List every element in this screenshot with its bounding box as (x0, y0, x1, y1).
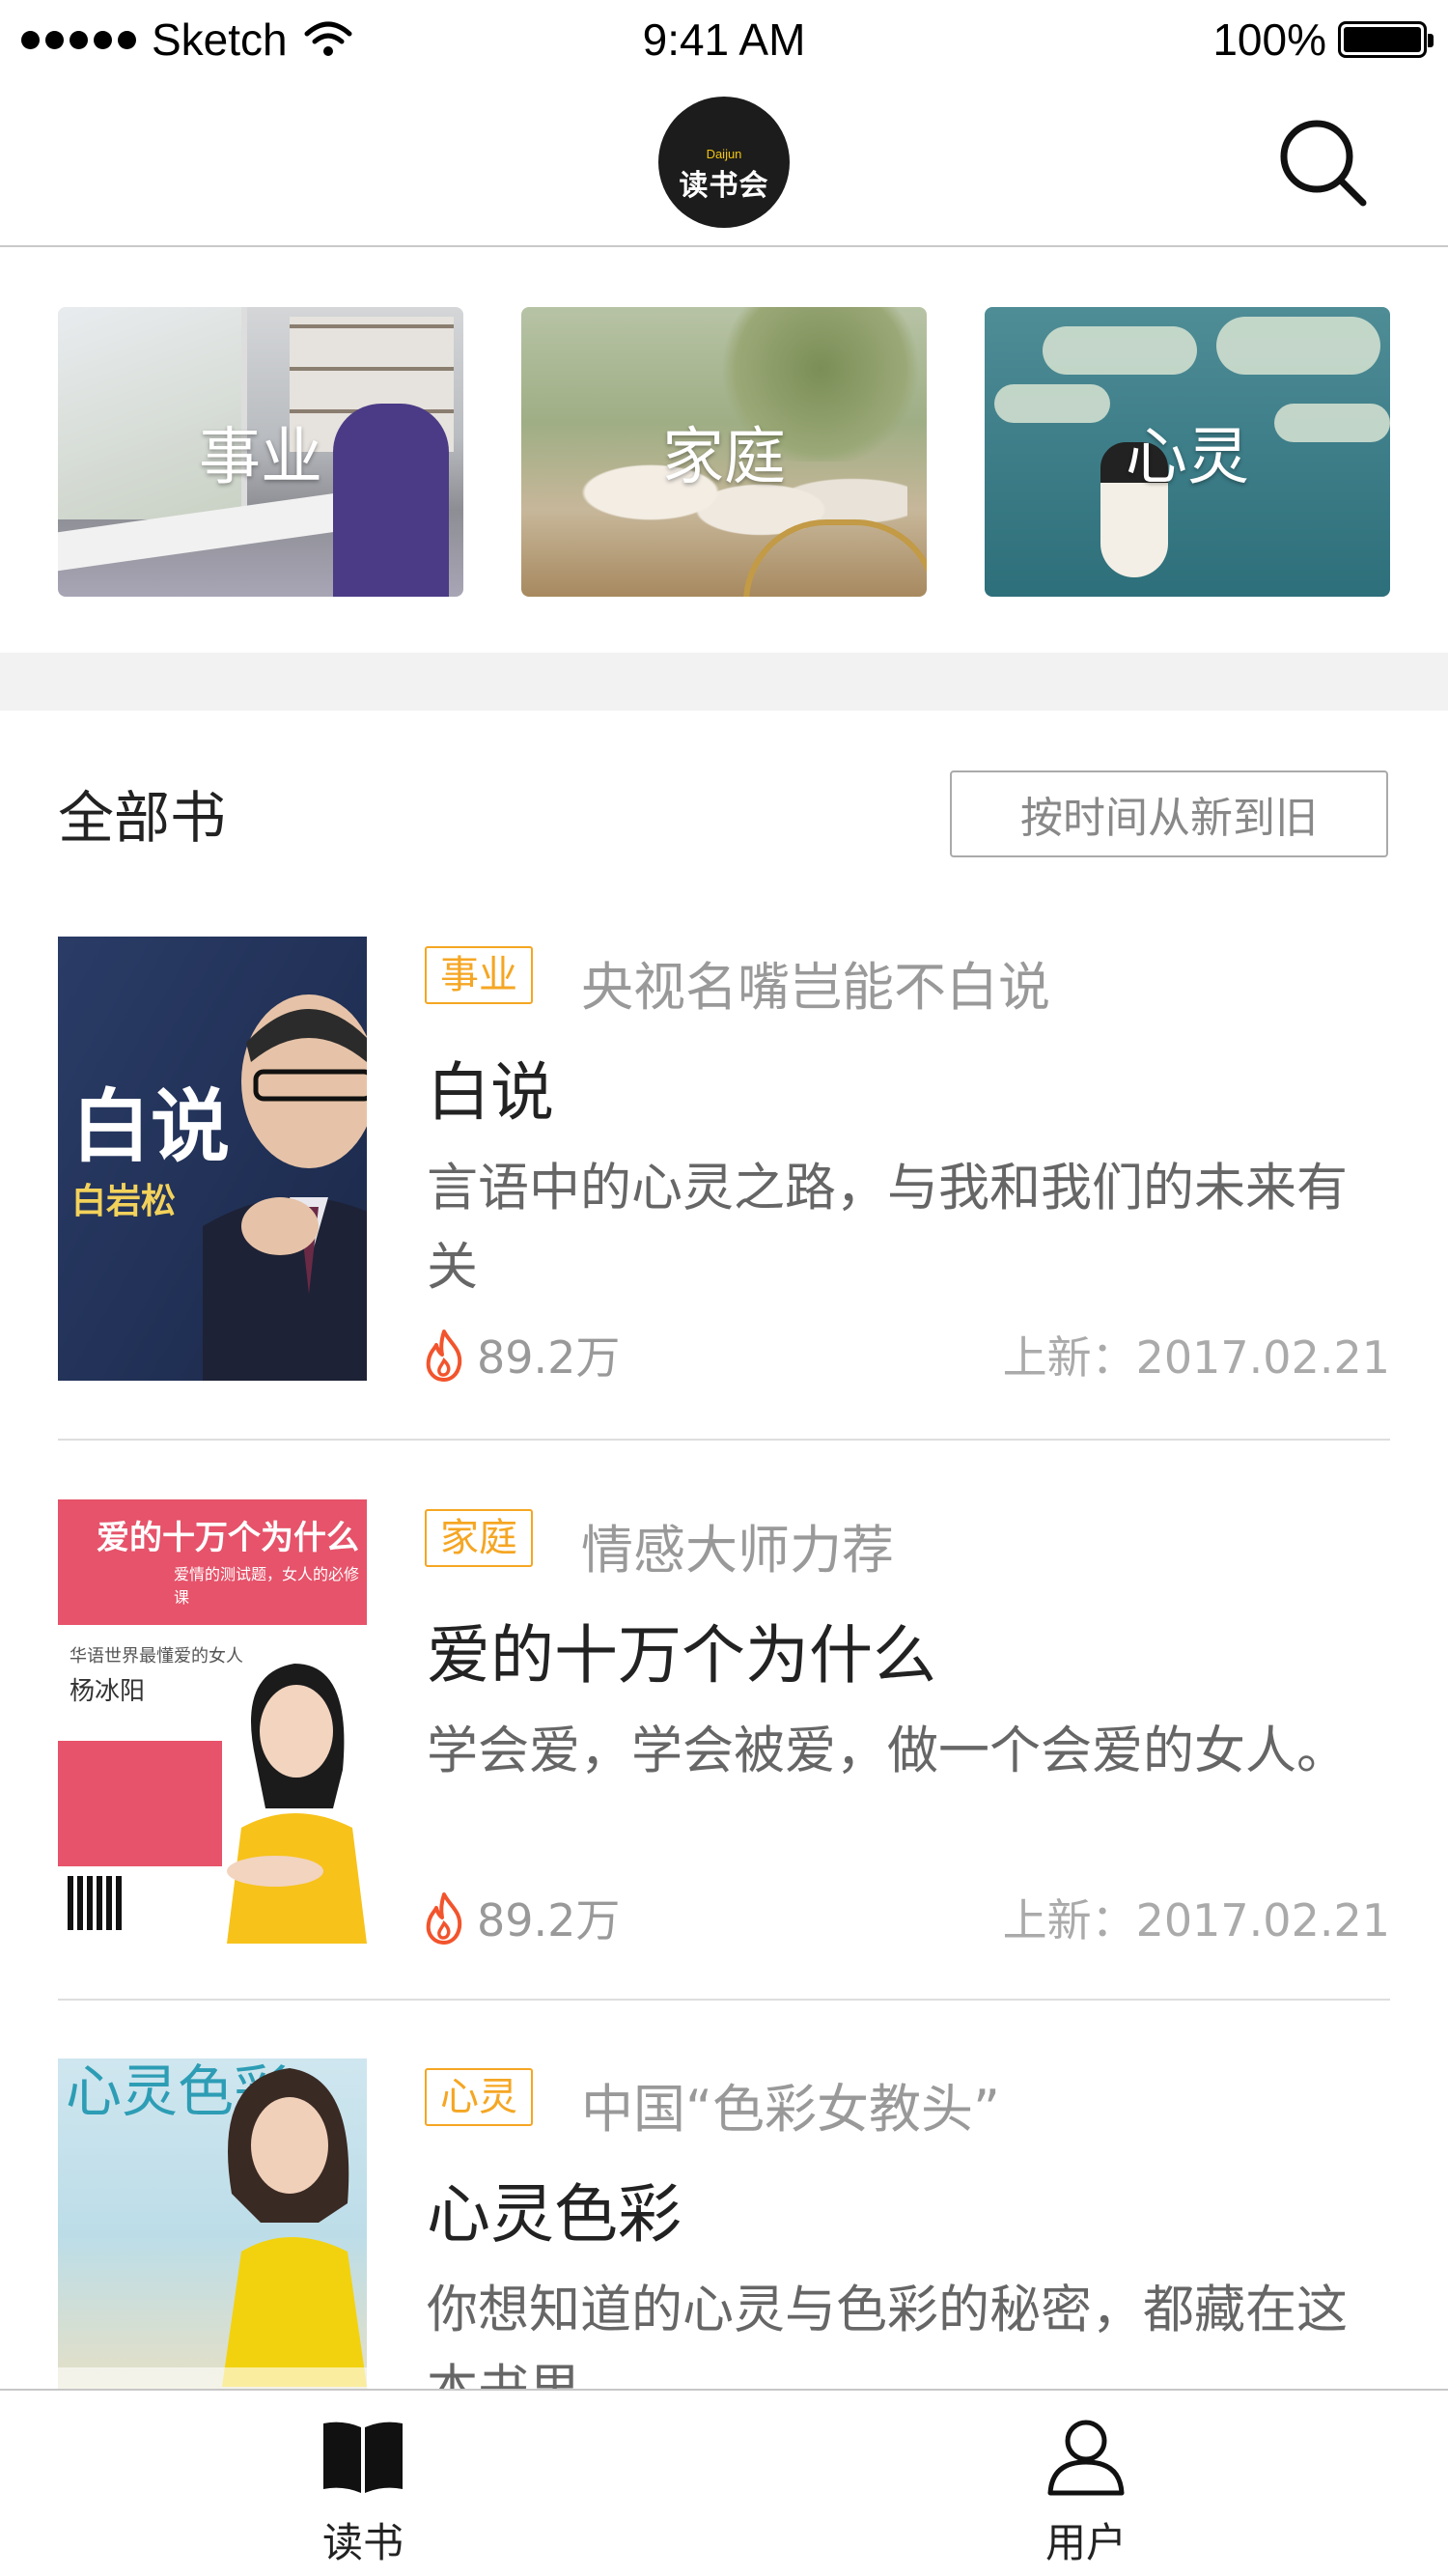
book-item[interactable]: 爱的十万个为什么 爱情的测试题，女人的必修课 华语世界最懂爱的女人 杨冰阳 家庭… (58, 1499, 1390, 1946)
tab-label: 用户 (1044, 2519, 1127, 2566)
hot-count: 89.2万 (421, 1886, 620, 1949)
hot-count-value: 89.2万 (477, 1894, 621, 1946)
book-icon (323, 2422, 403, 2493)
tab-label: 读书 (321, 2519, 404, 2566)
book-item[interactable]: 白说 白岩松 事业 央视名嘴岂能不白说 白说 言语中的心灵之路，与我和我们的未来… (58, 937, 1390, 1384)
cover-tagline: 爱情的测试题，女人的必修课 (174, 1565, 360, 1607)
category-family[interactable]: 家庭 (521, 307, 927, 597)
author-portrait (203, 994, 367, 1381)
book-title[interactable]: 心灵色彩 (427, 2163, 682, 2255)
qr-code-icon (68, 1876, 122, 1930)
book-subtitle: 中国“色彩女教头” (581, 2079, 1000, 2140)
publish-date: 上新：2017.02.21 (1002, 1331, 1390, 1384)
fire-icon (426, 1892, 462, 1945)
status-bar: Sketch 9:41 AM 100% (0, 0, 1448, 79)
logo-small-text: Daijun (706, 146, 742, 161)
category-career[interactable]: 事业 (58, 307, 463, 597)
cover-title: 爱的十万个为什么 (97, 1519, 359, 1557)
user-icon (1047, 2420, 1125, 2496)
list-separator (58, 1999, 1390, 2001)
navigation-bar: Daijun 读书会 (0, 79, 1448, 247)
category-row: 事业 家庭 心灵 (58, 307, 1390, 597)
hot-count: 89.2万 (421, 1323, 620, 1386)
list-separator (58, 1439, 1390, 1441)
tab-user[interactable]: 用户 (989, 2391, 1183, 2576)
book-description: 言语中的心灵之路，与我和我们的未来有关 (427, 1159, 1348, 1297)
hot-count-value: 89.2万 (477, 1331, 621, 1384)
category-label: 事业 (199, 422, 322, 493)
publish-date: 上新：2017.02.21 (1002, 1894, 1390, 1946)
book-title[interactable]: 白说 (427, 1041, 554, 1134)
tab-bar: 读书 用户 (0, 2389, 1448, 2576)
book-cover[interactable]: 心灵色彩 (58, 2058, 367, 2389)
category-soul[interactable]: 心灵 (985, 307, 1390, 597)
book-cover[interactable]: 白说 白岩松 (58, 937, 367, 1381)
logo-text: 读书会 (679, 168, 769, 203)
status-right: 100% (1212, 0, 1434, 79)
category-tag: 家庭 (425, 1509, 533, 1567)
book-description: 学会爱，学会被爱，做一个会爱的女人。 (427, 1722, 1348, 1780)
book-subtitle: 情感大师力荐 (581, 1520, 894, 1581)
author-portrait (227, 1664, 367, 1944)
battery-icon (1338, 21, 1434, 58)
category-tag: 心灵 (425, 2068, 533, 2126)
category-tag: 事业 (425, 946, 533, 1004)
battery-percent: 100% (1212, 14, 1326, 65)
cover-author: 杨冰阳 (70, 1677, 146, 1706)
author-portrait (222, 2068, 367, 2387)
section-title: 全部书 (58, 785, 227, 851)
app-logo: Daijun 读书会 (658, 97, 790, 228)
sort-button[interactable]: 按时间从新到旧 (950, 770, 1388, 857)
category-label: 家庭 (662, 422, 786, 493)
book-description: 你想知道的心灵与色彩的秘密，都藏在这本书里 (427, 2281, 1348, 2389)
book-title[interactable]: 爱的十万个为什么 (427, 1604, 936, 1696)
book-cover[interactable]: 爱的十万个为什么 爱情的测试题，女人的必修课 华语世界最懂爱的女人 杨冰阳 (58, 1499, 367, 1944)
book-subtitle: 央视名嘴岂能不白说 (581, 957, 1050, 1018)
category-label: 心灵 (1126, 422, 1249, 493)
fire-icon (426, 1330, 462, 1382)
cover-author: 白岩松 (71, 1182, 177, 1221)
tab-read[interactable]: 读书 (266, 2391, 459, 2576)
section-divider (0, 653, 1448, 711)
book-item[interactable]: 心灵色彩 心灵 中国“色彩女教头” 心灵色彩 你想知道的心灵与色彩的秘密，都藏在… (58, 2058, 1390, 2389)
search-icon[interactable] (1274, 114, 1371, 210)
